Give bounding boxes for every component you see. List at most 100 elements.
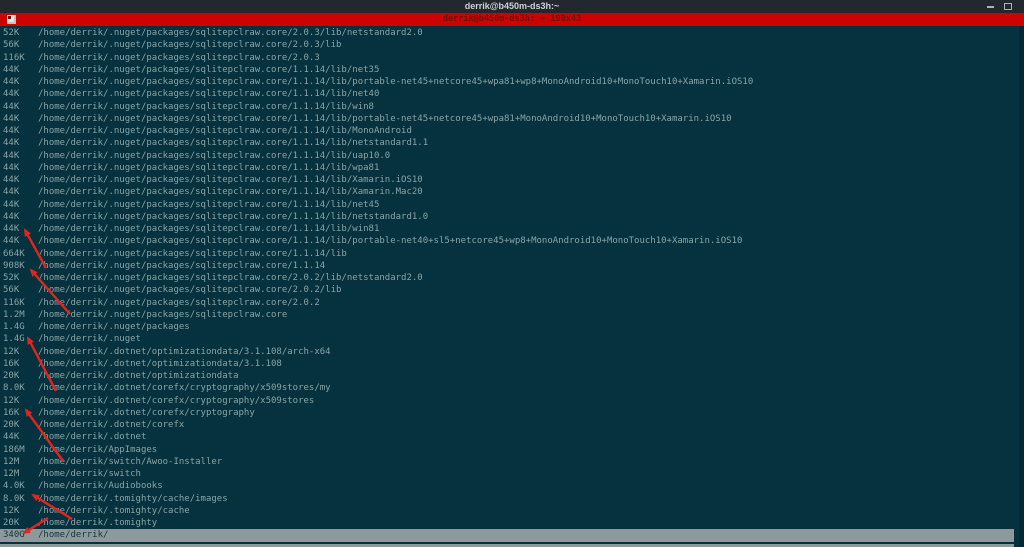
du-line: 56K/home/derrik/.nuget/packages/sqlitepc… <box>0 39 1024 51</box>
du-line: 44K/home/derrik/.nuget/packages/sqlitepc… <box>0 199 1024 211</box>
du-size: 908K <box>3 260 25 271</box>
du-size: 44K <box>3 126 20 136</box>
du-line: 116K/home/derrik/.nuget/packages/sqlitep… <box>0 52 1024 64</box>
du-line: 116K/home/derrik/.nuget/packages/sqlitep… <box>0 297 1024 309</box>
du-line: 56K/home/derrik/.nuget/packages/sqlitepc… <box>0 284 1024 296</box>
du-line: 44K/home/derrik/.nuget/packages/sqlitepc… <box>0 235 1024 247</box>
du-size: 44K <box>3 89 20 100</box>
du-path: /home/derrik/.nuget/packages/sqlitepclra… <box>38 273 423 283</box>
du-line: 20K/home/derrik/.dotnet/corefx <box>0 419 1024 431</box>
du-line: 44K/home/derrik/.nuget/packages/sqlitepc… <box>0 137 1024 149</box>
du-size: 116K <box>3 52 25 63</box>
du-line-highlighted: 340G/home/derrik/ <box>0 529 1014 542</box>
terminal-window: derrik@b450m-ds3h:~ derrik@b450m-ds3h: ~… <box>0 0 1024 547</box>
du-size: 12K <box>3 505 20 516</box>
du-path: /home/derrik/.nuget/packages/sqlitepclra… <box>38 162 380 173</box>
du-line: 12K/home/derrik/.dotnet/optimizationdata… <box>0 346 1024 358</box>
du-path: /home/derrik/.nuget/packages/sqlitepclra… <box>38 285 342 296</box>
du-line: 12K/home/derrik/.tomighty/cache <box>0 505 1024 517</box>
du-size: 12M <box>3 456 20 467</box>
du-path: /home/derrik/.nuget/packages/sqlitepclra… <box>38 199 380 210</box>
du-path: /home/derrik/.nuget/packages/sqlitepclra… <box>38 28 423 38</box>
du-size: 56K <box>3 40 20 51</box>
du-path: /home/derrik/switch <box>38 469 141 479</box>
du-size: 44K <box>3 77 20 87</box>
du-path: /home/derrik/.nuget/packages/sqlitepclra… <box>38 297 320 308</box>
du-line: 908K/home/derrik/.nuget/packages/sqlitep… <box>0 260 1024 272</box>
du-path: /home/derrik/.nuget/packages/sqlitepclra… <box>38 150 391 161</box>
du-path: /home/derrik/switch/Awoo-Installer <box>38 456 223 467</box>
du-path: /home/derrik/.nuget/packages/sqlitepclra… <box>38 40 342 51</box>
terminal-app-icon <box>7 15 16 24</box>
du-path: /home/derrik/.nuget/packages/sqlitepclra… <box>38 224 380 234</box>
du-line: 44K/home/derrik/.dotnet <box>0 431 1024 443</box>
du-path: /home/derrik/.nuget/packages <box>38 322 190 332</box>
window-titlebar[interactable]: derrik@b450m-ds3h:~ <box>0 0 1024 13</box>
du-path: /home/derrik/.nuget/packages/sqlitepclra… <box>38 138 429 149</box>
scrollbar[interactable] <box>1019 26 1024 547</box>
du-line: 8.0K/home/derrik/.dotnet/corefx/cryptogr… <box>0 382 1024 394</box>
du-line: 1.4G/home/derrik/.nuget/packages <box>0 321 1024 333</box>
du-path: /home/derrik/.dotnet <box>38 432 147 443</box>
du-size: 12K <box>3 346 20 357</box>
minimize-icon[interactable] <box>987 5 994 8</box>
du-path: /home/derrik/.nuget/packages/sqlitepclra… <box>38 64 380 75</box>
du-size: 44K <box>3 101 20 112</box>
terminal-output[interactable]: 52K/home/derrik/.nuget/packages/sqlitepc… <box>0 27 1024 542</box>
du-line: 44K/home/derrik/.nuget/packages/sqlitepc… <box>0 101 1024 113</box>
du-path: /home/derrik/.dotnet/corefx/cryptography… <box>38 383 331 394</box>
du-path: /home/derrik/.dotnet/optimizationdata/3.… <box>38 358 282 369</box>
du-line: 664K/home/derrik/.nuget/packages/sqlitep… <box>0 248 1024 260</box>
du-path: /home/derrik/.nuget/packages/sqlitepclra… <box>38 113 732 124</box>
du-size: 52K <box>3 28 20 38</box>
du-line: 44K/home/derrik/.nuget/packages/sqlitepc… <box>0 162 1024 174</box>
du-path: /home/derrik/.nuget/packages/sqlitepclra… <box>38 52 320 63</box>
tab-title: derrik@b450m-ds3h: ~ 190x43 <box>442 14 582 24</box>
du-line: 12M/home/derrik/switch <box>0 468 1024 480</box>
du-line: 20K/home/derrik/.tomighty <box>0 517 1024 529</box>
du-path: /home/derrik/.dotnet/corefx <box>38 420 185 430</box>
du-size: 20K <box>3 518 20 528</box>
du-line: 16K/home/derrik/.dotnet/corefx/cryptogra… <box>0 407 1024 419</box>
du-size: 1.4G <box>3 322 25 332</box>
du-path: /home/derrik/.nuget/packages/sqlitepclra… <box>38 309 288 320</box>
du-size: 1.2M <box>3 309 25 320</box>
terminal-tab-bar[interactable]: derrik@b450m-ds3h: ~ 190x43 <box>0 13 1024 26</box>
du-line: 44K/home/derrik/.nuget/packages/sqlitepc… <box>0 76 1024 88</box>
du-path: /home/derrik/.nuget/packages/sqlitepclra… <box>38 236 743 247</box>
du-size: 44K <box>3 175 20 185</box>
du-line: 186M/home/derrik/AppImages <box>0 444 1024 456</box>
du-size: 44K <box>3 162 20 173</box>
du-size: 186M <box>3 444 25 455</box>
maximize-icon[interactable] <box>1004 3 1012 10</box>
du-size: 44K <box>3 138 20 149</box>
du-size: 1.4G <box>3 334 25 345</box>
window-title: derrik@b450m-ds3h:~ <box>464 1 560 11</box>
du-size: 56K <box>3 285 20 296</box>
du-size: 52K <box>3 273 20 283</box>
du-line: 44K/home/derrik/.nuget/packages/sqlitepc… <box>0 211 1024 223</box>
du-line: 44K/home/derrik/.nuget/packages/sqlitepc… <box>0 113 1024 125</box>
du-size: 20K <box>3 371 20 381</box>
du-path: /home/derrik/.nuget/packages/sqlitepclra… <box>38 101 374 112</box>
du-path: /home/derrik/.nuget/packages/sqlitepclra… <box>38 248 347 259</box>
window-controls <box>987 0 1012 13</box>
du-size: 116K <box>3 297 25 308</box>
du-path: /home/derrik/.nuget/packages/sqlitepclra… <box>38 126 412 136</box>
du-size: 44K <box>3 224 20 234</box>
du-path: /home/derrik/.nuget <box>38 334 141 345</box>
du-size: 12M <box>3 469 20 479</box>
du-size: 44K <box>3 113 20 124</box>
du-line: 1.4G/home/derrik/.nuget <box>0 333 1024 345</box>
du-path: /home/derrik/Audiobooks <box>38 481 163 492</box>
du-path: /home/derrik/.nuget/packages/sqlitepclra… <box>38 175 423 185</box>
du-size: 44K <box>3 432 20 443</box>
du-line: 12M/home/derrik/switch/Awoo-Installer <box>0 456 1024 468</box>
du-size: 44K <box>3 64 20 75</box>
du-path: /home/derrik/.nuget/packages/sqlitepclra… <box>38 211 429 222</box>
du-line: 4.0K/home/derrik/Audiobooks <box>0 480 1024 492</box>
du-path: /home/derrik/.dotnet/optimizationdata/3.… <box>38 346 331 357</box>
du-size: 16K <box>3 407 20 418</box>
du-line: 44K/home/derrik/.nuget/packages/sqlitepc… <box>0 88 1024 100</box>
du-size: 44K <box>3 199 20 210</box>
